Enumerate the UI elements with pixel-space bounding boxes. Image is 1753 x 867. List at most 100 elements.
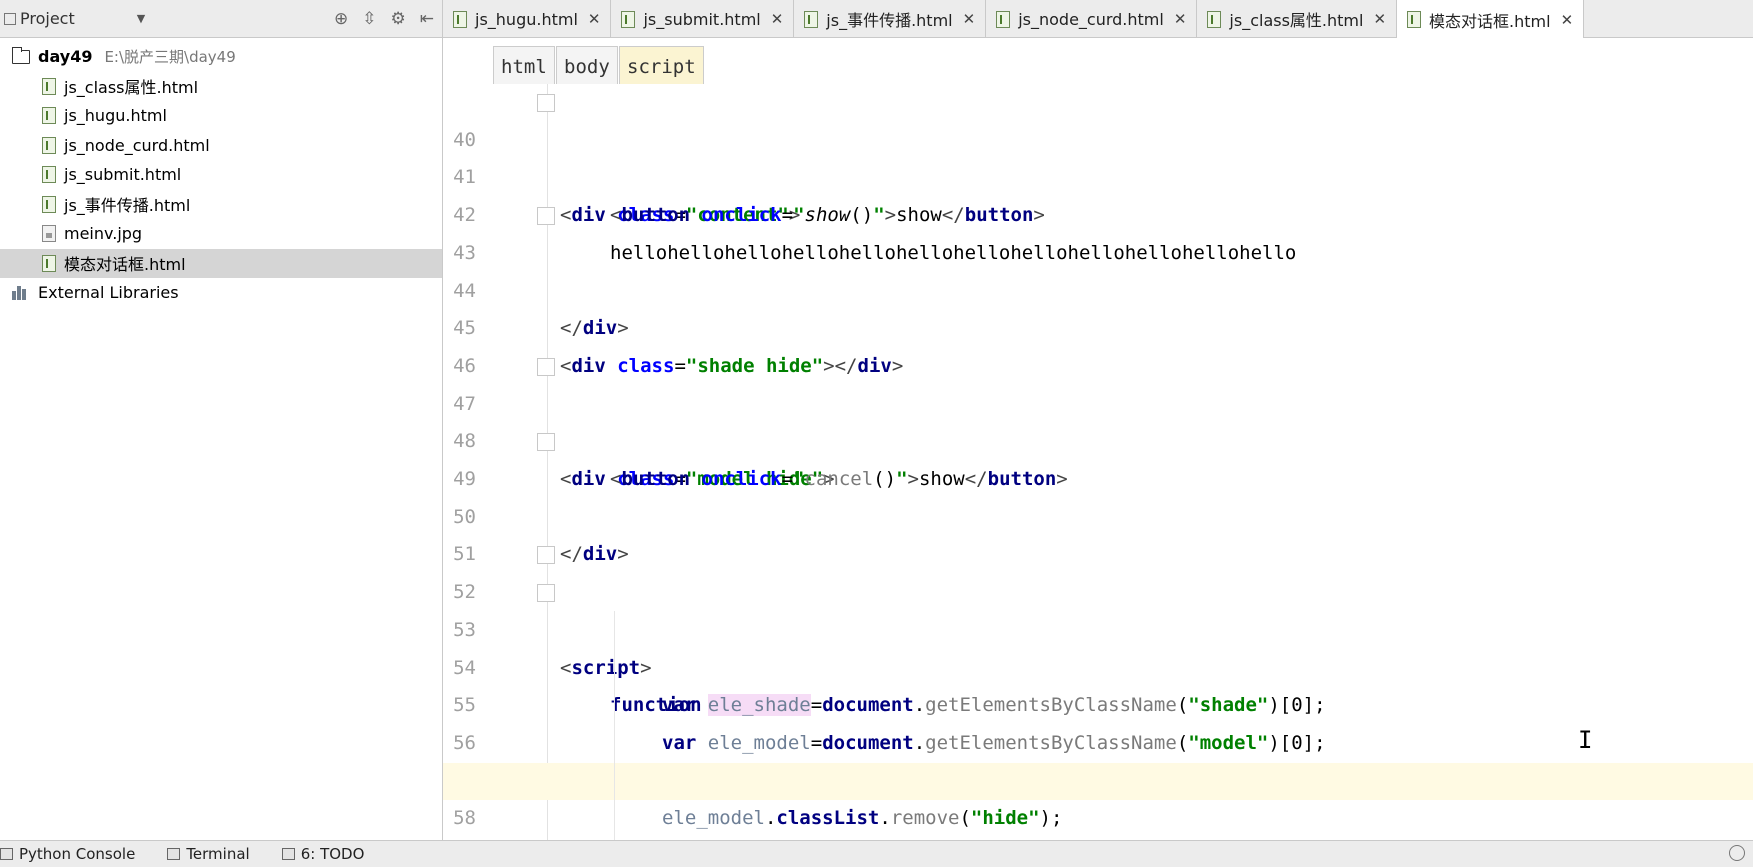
tab-js-submit[interactable]: js_submit.html ✕ <box>611 0 795 38</box>
tree-file-label: js_submit.html <box>64 165 182 185</box>
tree-file-selected[interactable]: 模态对话框.html <box>0 248 442 278</box>
tree-file-label: js_class属性.html <box>64 78 199 98</box>
code-line: 43 </div> <box>443 197 1753 339</box>
tab-label: js_hugu.html <box>475 9 578 29</box>
html-file-icon <box>1207 10 1222 28</box>
project-tree: day49 E:\脱产三期\day49 js_class属性.html js_h… <box>0 38 442 308</box>
tree-file[interactable]: js_hugu.html <box>0 101 442 131</box>
editor-tab-bar: js_hugu.html ✕ js_submit.html ✕ js_事件传播.… <box>443 0 1753 39</box>
folder-icon <box>12 46 30 64</box>
tree-file-label: js_事件传播.html <box>64 196 191 216</box>
tree-external-libraries[interactable]: External Libraries <box>0 278 442 308</box>
project-panel-title[interactable]: Project <box>20 9 75 28</box>
code-editor[interactable]: 40 <div class="content"> 41 <button oncl… <box>443 84 1753 840</box>
mouse-cursor-icon: I <box>1578 726 1593 754</box>
image-file-icon <box>42 225 56 243</box>
todo-icon <box>281 848 295 860</box>
fold-marker[interactable] <box>537 94 555 112</box>
tab-label: js_事件传播.html <box>826 11 953 30</box>
gear-icon[interactable]: ⚙ <box>391 9 406 29</box>
tree-root-day49[interactable]: day49 E:\脱产三期\day49 <box>0 42 442 72</box>
close-icon[interactable]: ✕ <box>963 10 976 28</box>
close-icon[interactable]: ✕ <box>1174 10 1187 28</box>
library-icon <box>12 285 30 300</box>
project-panel-header: Project ▼ ⊕ ⇳ ⚙ ⇤ <box>0 0 442 38</box>
tab-label: 模态对话框.html <box>1429 11 1551 31</box>
html-file-icon <box>1407 11 1422 28</box>
todo-label: 6: TODO <box>300 845 365 863</box>
tab-js-node-curd[interactable]: js_node_curd.html ✕ <box>986 0 1198 38</box>
html-file-icon <box>453 10 467 28</box>
event-log-icon[interactable] <box>1729 845 1745 861</box>
tree-file[interactable]: js_node_curd.html <box>0 131 442 161</box>
code-line: 56 <box>443 687 1753 754</box>
collapse-icon[interactable]: ⇳ <box>362 9 376 29</box>
html-file-icon <box>804 10 819 28</box>
code-line-current: 58 ele_shade.classList.remove("hide"); <box>443 762 1753 829</box>
code-line: 51 <box>443 499 1753 565</box>
python-console-button[interactable]: Python Console <box>0 845 135 863</box>
python-console-label: Python Console <box>19 845 136 863</box>
html-file-icon <box>42 107 56 125</box>
tab-js-hugu[interactable]: js_hugu.html ✕ <box>443 0 612 38</box>
external-libraries-label: External Libraries <box>38 283 179 303</box>
code-line: 57 ele_model.classList.remove("hide"); <box>443 725 1753 830</box>
html-file-icon <box>42 254 56 272</box>
tree-file[interactable]: js_submit.html <box>0 160 442 190</box>
html-file-icon <box>996 10 1011 28</box>
breadcrumb: html body script <box>443 38 1753 90</box>
project-view-icon <box>4 12 16 25</box>
html-file-icon <box>42 77 56 95</box>
html-file-icon <box>42 195 56 213</box>
fold-marker[interactable] <box>537 546 555 565</box>
code-line: 55 var ele_model=document.getElementsByC… <box>443 650 1753 754</box>
code-line: 46 <box>443 310 1753 377</box>
tab-js-class[interactable]: js_class属性.html ✕ <box>1197 0 1398 38</box>
todo-button[interactable]: 6: TODO <box>281 845 365 863</box>
status-bar: Python Console Terminal 6: TODO <box>0 840 1753 867</box>
tree-file-label: 模态对话框.html <box>64 255 186 275</box>
tab-label: js_node_curd.html <box>1018 9 1164 29</box>
fold-marker[interactable] <box>537 207 555 226</box>
code-line: 52 <script> <box>443 536 1753 679</box>
code-line: 45 <div class="shade hide"></div> <box>443 273 1753 377</box>
code-line: 54 var ele_shade=document.getElementsByC… <box>443 612 1753 717</box>
indent-guide <box>614 611 615 840</box>
html-file-icon <box>621 10 636 28</box>
fold-marker[interactable] <box>537 433 555 452</box>
breadcrumb-body[interactable]: body <box>556 46 618 88</box>
fold-marker[interactable] <box>537 357 555 376</box>
tree-file[interactable]: js_class属性.html <box>0 72 442 102</box>
code-line: 59 <box>443 800 1753 838</box>
fold-marker[interactable] <box>537 584 555 603</box>
tab-js-event[interactable]: js_事件传播.html ✕ <box>794 0 987 38</box>
tree-file[interactable]: js_事件传播.html <box>0 190 442 220</box>
tree-file[interactable]: meinv.jpg <box>0 219 442 249</box>
close-icon[interactable]: ✕ <box>1561 11 1574 29</box>
breadcrumb-script[interactable]: script <box>619 46 704 88</box>
root-path: E:\脱产三期\day49 <box>104 48 236 67</box>
tree-file-label: js_node_curd.html <box>64 135 210 155</box>
tab-label: js_submit.html <box>643 9 761 29</box>
locate-icon[interactable]: ⊕ <box>334 9 348 29</box>
code-line: 49 </div> <box>443 423 1753 565</box>
close-icon[interactable]: ✕ <box>588 10 601 28</box>
tab-modal-dialog[interactable]: 模态对话框.html ✕ <box>1397 0 1585 39</box>
terminal-label: Terminal <box>186 845 250 863</box>
terminal-icon <box>167 848 181 860</box>
code-line: 44 <box>443 235 1753 302</box>
breadcrumb-html[interactable]: html <box>493 46 555 88</box>
terminal-button[interactable]: Terminal <box>167 845 250 863</box>
chevron-down-icon[interactable]: ▼ <box>137 12 145 25</box>
hide-panel-icon[interactable]: ⇤ <box>420 9 434 29</box>
code-line: 42 hellohellohellohellohellohellohellohe… <box>443 159 1753 264</box>
tab-label: js_class属性.html <box>1229 11 1364 30</box>
close-icon[interactable]: ✕ <box>771 10 784 28</box>
html-file-icon <box>42 166 56 184</box>
project-panel: Project ▼ ⊕ ⇳ ⚙ ⇤ day49 E:\脱产三期\day49 js… <box>0 0 443 840</box>
code-line: 40 <div class="content"> <box>443 84 1753 226</box>
code-line: 48 <button onclick="cancel()">show</butt… <box>443 386 1753 490</box>
html-file-icon <box>42 136 56 154</box>
close-icon[interactable]: ✕ <box>1373 10 1386 28</box>
python-icon <box>0 848 13 860</box>
